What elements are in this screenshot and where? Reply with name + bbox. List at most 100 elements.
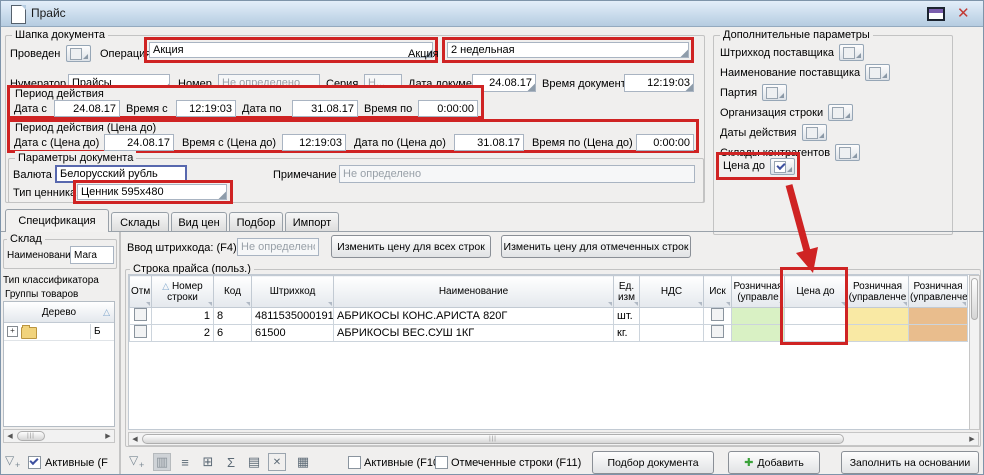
row-retail3-cell[interactable] xyxy=(909,308,968,325)
warehouse-name-input[interactable] xyxy=(70,246,114,264)
col-header-name[interactable]: Наименование xyxy=(334,276,614,308)
extra-item-action-dates: Даты действия xyxy=(720,124,827,141)
print-icon[interactable]: ▤ xyxy=(245,453,263,471)
sort-ascending-icon[interactable]: △ xyxy=(103,307,110,318)
scroll-right-icon[interactable]: ▶ xyxy=(102,430,114,442)
filter-add-icon[interactable]: ▽+ xyxy=(129,453,147,471)
proveden-checkbox[interactable] xyxy=(66,45,91,62)
row-org-checkbox[interactable] xyxy=(828,104,853,121)
period-date-from-label: Дата с xyxy=(14,101,47,117)
maximize-icon[interactable] xyxy=(927,7,945,21)
period-group: Период действия Дата с Время с Дата по В… xyxy=(7,85,484,119)
supplier-barcode-checkbox[interactable] xyxy=(839,44,864,61)
tab-selection[interactable]: Подбор xyxy=(229,212,283,232)
active-rows-checkbox[interactable] xyxy=(348,456,361,469)
tree-scroll-thumb[interactable]: ||| xyxy=(17,431,45,441)
row-code-cell: 6 xyxy=(214,325,252,342)
col-header-retail-3[interactable]: Розничная (управленче xyxy=(909,276,968,308)
panel-splitter[interactable] xyxy=(119,232,121,475)
supplier-name-checkbox[interactable] xyxy=(865,64,890,81)
period-date-to-input[interactable] xyxy=(292,100,358,117)
col-header-marked[interactable]: Отм xyxy=(130,276,152,308)
barcode-entry-input[interactable] xyxy=(237,238,319,256)
filter-add-icon[interactable]: ▽+ xyxy=(5,453,23,471)
row-exclusion-cell[interactable] xyxy=(704,325,732,342)
doc-time-input[interactable] xyxy=(624,74,694,92)
tree-row[interactable]: + Б xyxy=(4,323,114,341)
row-exclusion-cell[interactable] xyxy=(704,308,732,325)
operation-input[interactable] xyxy=(149,42,433,58)
price-to-checkbox[interactable] xyxy=(770,158,795,175)
row-retail1-cell[interactable] xyxy=(732,325,785,342)
pp-time-to-input[interactable] xyxy=(636,134,694,151)
tab-price-kind[interactable]: Вид цен xyxy=(171,212,227,232)
row-retail2-cell[interactable] xyxy=(847,325,909,342)
table-v-thumb[interactable] xyxy=(971,278,978,320)
col-header-code[interactable]: Код xyxy=(214,276,252,308)
table-h-scrollbar[interactable]: ◀ ||| ▶ xyxy=(128,432,979,446)
col-header-vat[interactable]: НДС xyxy=(640,276,704,308)
action-dates-checkbox[interactable] xyxy=(802,124,827,141)
col-header-price-to[interactable]: Цена до xyxy=(785,276,847,308)
change-price-marked-button[interactable]: Изменить цену для отмеченных строк xyxy=(501,235,691,258)
row-price-to-cell[interactable] xyxy=(785,308,847,325)
period-time-to-input[interactable] xyxy=(418,100,478,117)
table-settings-icon[interactable]: ▦ xyxy=(294,453,312,471)
table-row[interactable]: 2 6 61500 АБРИКОСЫ ВЕС.СУШ 1КГ кг. xyxy=(130,325,968,342)
scroll-right-icon[interactable]: ▶ xyxy=(966,433,978,445)
row-exclusion-checkbox[interactable] xyxy=(711,308,724,321)
pricetag-input[interactable] xyxy=(77,184,227,200)
batch-checkbox[interactable] xyxy=(762,84,787,101)
price-rows-group: Строка прайса (польз.) Отм △ Номер строк… xyxy=(125,269,981,447)
note-input[interactable] xyxy=(339,165,695,183)
row-retail1-cell[interactable] xyxy=(732,308,785,325)
row-marked-cell[interactable] xyxy=(130,325,152,342)
col-header-exclusion[interactable]: Иск xyxy=(704,276,732,308)
columns-icon[interactable]: ▥ xyxy=(153,453,171,471)
scroll-left-icon[interactable]: ◀ xyxy=(129,433,141,445)
tree-header[interactable]: Дерево △ xyxy=(4,302,114,323)
counterparty-stores-checkbox[interactable] xyxy=(835,144,860,161)
fill-from-basis-button[interactable]: Заполнить на основании xyxy=(841,451,979,474)
tab-specification[interactable]: Спецификация xyxy=(5,209,109,232)
col-header-barcode[interactable]: Штрихкод xyxy=(252,276,334,308)
excel-export-icon[interactable]: ✕ xyxy=(268,453,286,471)
table-v-scrollbar[interactable] xyxy=(969,275,980,430)
row-marked-checkbox[interactable] xyxy=(134,325,147,338)
table-row[interactable]: 1 8 4811535000191 АБРИКОСЫ КОНС.АРИСТА 8… xyxy=(130,308,968,325)
col-header-unit[interactable]: Ед. изм xyxy=(614,276,640,308)
period-date-from-input[interactable] xyxy=(54,100,120,117)
pp-date-to-input[interactable] xyxy=(454,134,524,151)
row-marked-checkbox[interactable] xyxy=(134,308,147,321)
period-time-from-input[interactable] xyxy=(176,100,236,117)
row-marked-cell[interactable] xyxy=(130,308,152,325)
tab-warehouses[interactable]: Склады xyxy=(111,212,169,232)
row-unit-cell: шт. xyxy=(614,308,640,325)
action-input[interactable] xyxy=(447,42,689,58)
pp-date-from-input[interactable] xyxy=(104,134,174,151)
marked-rows-checkbox[interactable] xyxy=(435,456,448,469)
tree-h-scrollbar[interactable]: ◀ ||| ▶ xyxy=(3,429,115,443)
scroll-left-icon[interactable]: ◀ xyxy=(4,430,16,442)
numbered-list-icon[interactable]: ≡ xyxy=(176,453,194,471)
row-barcode-cell: 4811535000191 xyxy=(252,308,334,325)
row-retail3-cell[interactable] xyxy=(909,325,968,342)
sum-icon[interactable]: Σ xyxy=(222,453,240,471)
calculator-icon[interactable]: ⊞ xyxy=(199,453,217,471)
table-h-thumb[interactable]: ||| xyxy=(142,434,844,444)
tab-import[interactable]: Импорт xyxy=(285,212,339,232)
add-row-button[interactable]: ✚ Добавить xyxy=(728,451,820,474)
change-price-all-button[interactable]: Изменить цену для всех строк xyxy=(331,235,491,258)
pp-time-from-input[interactable] xyxy=(282,134,346,151)
tree-expand-icon[interactable]: + xyxy=(7,326,18,337)
row-exclusion-checkbox[interactable] xyxy=(711,325,724,338)
document-selection-button[interactable]: Подбор документа xyxy=(592,451,714,474)
doc-params-group: Параметры документа Валюта Примечание Ти… xyxy=(8,158,704,203)
row-price-to-cell[interactable] xyxy=(785,325,847,342)
col-header-row-number[interactable]: △ Номер строки xyxy=(152,276,214,308)
col-header-retail-1[interactable]: Розничная (управле xyxy=(732,276,785,308)
left-active-checkbox[interactable] xyxy=(28,456,41,469)
col-header-retail-2[interactable]: Розничная (управленче xyxy=(847,276,909,308)
close-icon[interactable]: ✕ xyxy=(957,4,970,22)
row-retail2-cell[interactable] xyxy=(847,308,909,325)
